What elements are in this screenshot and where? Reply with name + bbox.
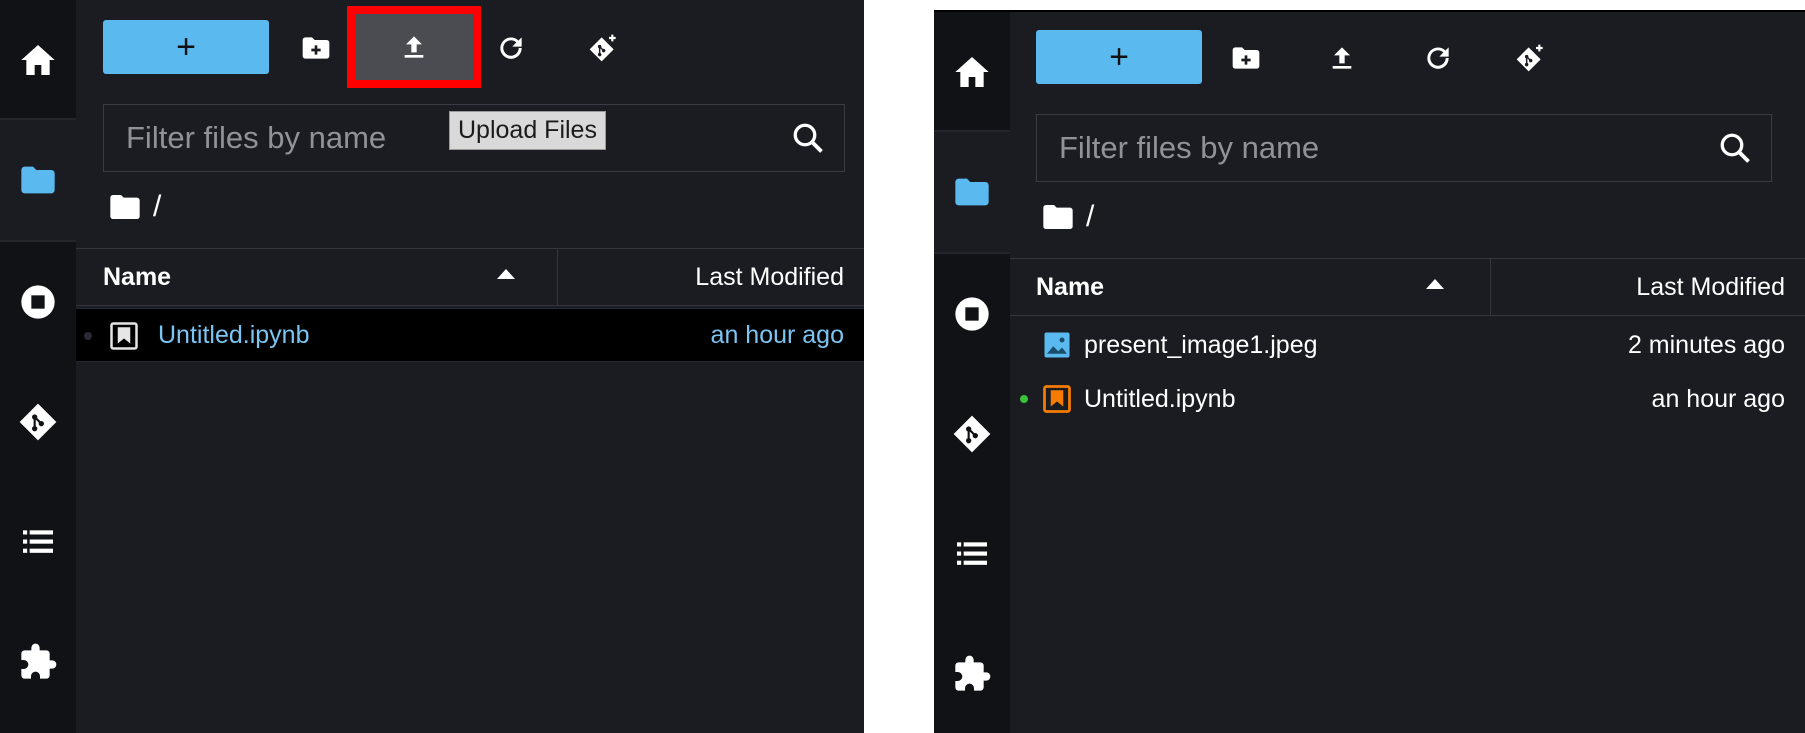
file-browser-before: + Filter files by name Upload Files / Na…	[0, 0, 864, 733]
file-name[interactable]: present_image1.jpeg	[1084, 331, 1318, 360]
file-list-header: Name Last Modified	[1010, 258, 1805, 316]
file-browser-content: + Filter files by name / Name Last Modif…	[1010, 12, 1805, 733]
stop-circle-icon[interactable]	[0, 242, 76, 362]
upload-files-button[interactable]	[355, 14, 473, 80]
breadcrumb-root[interactable]: /	[153, 190, 161, 224]
search-icon	[1720, 133, 1750, 163]
git-clone-button[interactable]	[581, 26, 625, 70]
folder-icon	[110, 195, 140, 219]
breadcrumb-root[interactable]: /	[1086, 200, 1094, 234]
file-last-modified: 2 minutes ago	[1627, 330, 1785, 359]
file-browser-content: + Filter files by name Upload Files / Na…	[76, 0, 864, 733]
git-clone-icon	[589, 34, 616, 62]
upload-highlight	[347, 6, 481, 88]
sort-ascending-icon	[1426, 279, 1444, 289]
column-divider[interactable]	[1490, 259, 1491, 315]
file-last-modified: an hour ago	[1651, 384, 1785, 413]
upload-icon	[404, 36, 424, 58]
stop-circle-icon[interactable]	[934, 254, 1010, 374]
file-list-header: Name Last Modified	[76, 248, 864, 306]
extension-icon[interactable]	[934, 614, 1010, 733]
folder-icon[interactable]	[934, 132, 1010, 252]
home-icon[interactable]	[934, 12, 1010, 132]
git-icon[interactable]	[0, 362, 76, 482]
refresh-icon	[1427, 47, 1449, 69]
folder-icon	[1043, 205, 1073, 229]
extension-icon[interactable]	[0, 602, 76, 722]
search-icon	[793, 123, 823, 153]
file-row[interactable]: Untitled.ipynb an hour ago	[76, 308, 864, 362]
notebook-icon	[110, 322, 138, 350]
column-header-last-modified[interactable]: Last Modified	[1636, 259, 1785, 315]
file-name[interactable]: Untitled.ipynb	[158, 321, 309, 350]
refresh-icon	[500, 37, 522, 59]
status-dot	[84, 332, 92, 340]
file-browser-after: + Filter files by name / Name Last Modif…	[934, 10, 1805, 733]
new-folder-icon	[1232, 47, 1260, 69]
column-header-name[interactable]: Name	[103, 249, 171, 305]
git-clone-button[interactable]	[1508, 36, 1552, 80]
new-folder-button[interactable]	[294, 26, 338, 70]
activity-sidebar	[0, 0, 76, 733]
column-header-name[interactable]: Name	[1036, 259, 1104, 315]
activity-sidebar	[934, 12, 1010, 733]
column-divider[interactable]	[557, 249, 558, 305]
new-launcher-button[interactable]: +	[1036, 30, 1202, 84]
breadcrumb[interactable]: /	[1042, 200, 1094, 234]
plus-icon: +	[1109, 37, 1129, 76]
home-icon[interactable]	[0, 0, 76, 120]
upload-icon	[1332, 47, 1352, 69]
new-folder-button[interactable]	[1224, 36, 1268, 80]
new-launcher-button[interactable]: +	[103, 20, 269, 74]
image-file-icon	[1044, 332, 1070, 358]
filter-files-input[interactable]: Filter files by name	[1036, 114, 1772, 182]
folder-icon[interactable]	[0, 120, 76, 240]
upload-files-button[interactable]	[1320, 36, 1364, 80]
filter-placeholder: Filter files by name	[126, 120, 387, 155]
file-last-modified: an hour ago	[710, 320, 844, 349]
file-row[interactable]: present_image1.jpeg 2 minutes ago	[1010, 318, 1805, 372]
running-indicator	[1020, 395, 1028, 403]
filter-placeholder: Filter files by name	[1059, 130, 1320, 165]
git-clone-icon	[1516, 44, 1543, 72]
git-icon[interactable]	[934, 374, 1010, 494]
breadcrumb[interactable]: /	[109, 190, 161, 224]
sort-ascending-icon	[497, 269, 515, 279]
list-icon[interactable]	[934, 494, 1010, 614]
list-icon[interactable]	[0, 482, 76, 602]
column-header-last-modified[interactable]: Last Modified	[695, 249, 844, 305]
upload-files-tooltip: Upload Files	[449, 111, 606, 150]
refresh-button[interactable]	[1416, 36, 1460, 80]
file-row[interactable]: Untitled.ipynb an hour ago	[1010, 372, 1805, 426]
file-name[interactable]: Untitled.ipynb	[1084, 385, 1235, 414]
plus-icon: +	[176, 27, 196, 66]
refresh-button[interactable]	[489, 26, 533, 70]
new-folder-icon	[302, 37, 330, 59]
notebook-icon	[1043, 385, 1071, 413]
